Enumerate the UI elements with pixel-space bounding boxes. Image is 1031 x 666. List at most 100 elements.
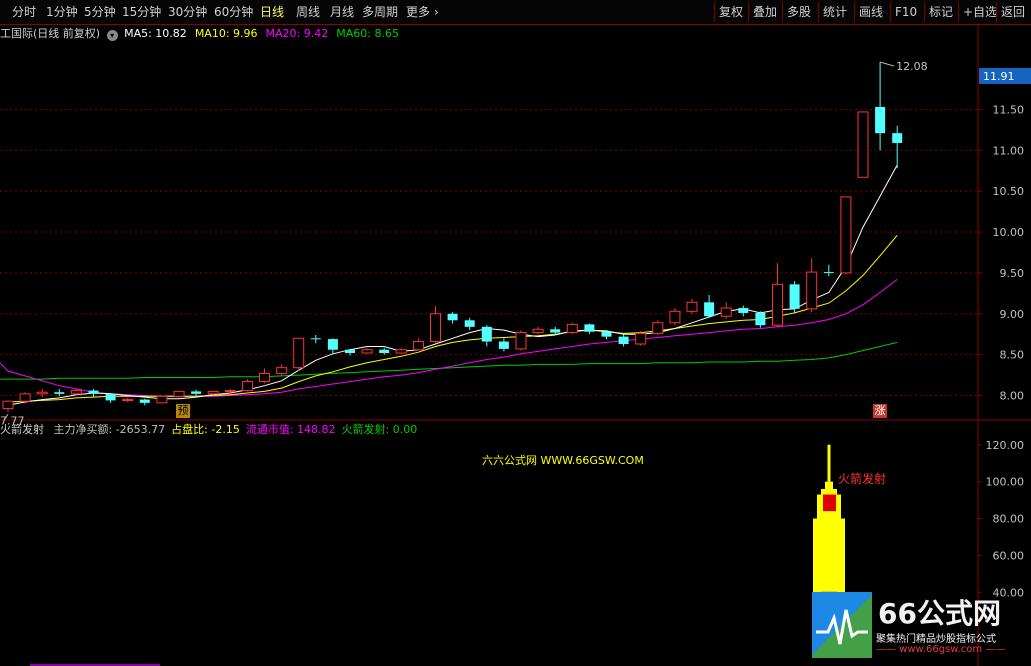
candle-body: [515, 332, 527, 350]
high-marker: [879, 61, 895, 67]
yu-marker: 预: [176, 404, 190, 418]
candle-body: [293, 337, 305, 369]
candle-body: [481, 326, 492, 342]
candle-body: [395, 349, 407, 354]
ind-y-tick-label: 100.00: [986, 476, 1025, 489]
candle-body: [720, 307, 732, 317]
candle-body: [327, 339, 338, 350]
indicator-legend-1: 占盘比: -2.15: [171, 423, 240, 436]
watermark-text: 六六公式网 WWW.66GSW.COM: [482, 454, 644, 467]
toolbar-button-5[interactable]: F10: [890, 2, 921, 22]
candle-body: [840, 196, 852, 274]
candle-body: [584, 324, 595, 332]
candle-body: [122, 399, 134, 402]
toolbar-button-0[interactable]: 复权: [714, 2, 747, 22]
toolbar-button-4[interactable]: 画线: [854, 2, 887, 22]
period-tab-10[interactable]: 更多: [406, 0, 430, 24]
stock-title[interactable]: 工国际(日线 前复权): [0, 27, 100, 40]
candle-body: [19, 393, 31, 402]
candle-body: [789, 284, 800, 309]
period-tab-0[interactable]: 分时: [12, 0, 36, 24]
toolbar-button-3[interactable]: 统计: [818, 2, 851, 22]
high-label: 12.08: [896, 60, 928, 73]
logo-heartbeat-icon: [812, 592, 872, 658]
y-tick-label: 10.50: [993, 185, 1025, 198]
chart-canvas: 12.087.77 8.00 8.50 9.00 9.50 10.00 10.50 11.0…: [0, 24, 1031, 666]
period-tab-7[interactable]: 周线: [296, 0, 320, 24]
period-tab-2[interactable]: 5分钟: [84, 0, 116, 24]
y-tick-label: 11.00: [993, 144, 1025, 157]
ma-legend-2: MA20: 9.42: [265, 27, 329, 40]
candle-body: [191, 391, 202, 394]
candle-body: [755, 312, 766, 326]
period-tab-4[interactable]: 30分钟: [168, 0, 207, 24]
candle-body: [447, 313, 458, 321]
candle-body: [892, 133, 903, 143]
moving-average-lines: [0, 164, 898, 406]
period-tab-8[interactable]: 月线: [330, 0, 354, 24]
indicator-name[interactable]: 火箭发射: [0, 423, 44, 436]
ma60-line: [0, 341, 898, 380]
period-tab-5[interactable]: 60分钟: [214, 0, 253, 24]
main-legend: 工国际(日线 前复权) ▾ MA5: 10.82 MA10: 9.96 MA20: …: [0, 26, 407, 42]
period-tab-6[interactable]: 日线: [260, 0, 284, 24]
indicator-legend: 火箭发射 主力净买额: -2653.77 占盘比: -2.15 流通市值: 148.…: [0, 422, 417, 438]
y-tick-label: 11.50: [993, 103, 1025, 116]
candle-body: [601, 331, 612, 337]
candle-body: [550, 329, 561, 333]
candle-body: [652, 322, 664, 334]
rocket-nose: [825, 481, 833, 489]
period-tab-3[interactable]: 15分钟: [122, 0, 161, 24]
zhang-marker: 涨: [873, 404, 887, 418]
candle-body: [310, 338, 321, 340]
candle-body: [806, 271, 818, 310]
candlesticks: 12.087.77: [0, 60, 928, 427]
candle-body: [345, 349, 355, 353]
logo-text: 66公式网: [878, 597, 1001, 630]
candle-body: [259, 372, 270, 383]
period-tab-9[interactable]: 多周期: [362, 0, 398, 24]
candle-body: [88, 390, 99, 394]
settings-icon[interactable]: ▾: [106, 30, 118, 41]
ma-legend-0: MA5: 10.82: [124, 27, 187, 40]
chevron-right-icon[interactable]: ›: [434, 0, 439, 24]
candle-body: [2, 400, 14, 410]
candle-body: [430, 313, 441, 343]
toolbar-button-1[interactable]: 叠加: [748, 2, 781, 22]
candle-body: [635, 332, 647, 345]
site-logo: 66公式网 聚集热门精品炒股指标公式 —— www.66gsw.com ——: [812, 592, 1031, 658]
period-toolbar: 分时 1分钟 5分钟 15分钟 30分钟 60分钟 日线 周线 月线 多周期 更多 › 复权 叠加 多股统…: [0, 0, 1031, 25]
candle-body: [54, 392, 65, 394]
ind-y-tick-label: 120.00: [986, 439, 1025, 452]
ind-y-tick-label: 80.00: [993, 513, 1025, 526]
candle-body: [173, 390, 185, 397]
candle-body: [361, 349, 373, 354]
candle-body: [105, 393, 116, 401]
logo-url: —— www.66gsw.com ——: [876, 644, 1006, 655]
candle-body: [669, 310, 681, 324]
toolbar-button-8[interactable]: 返回: [996, 2, 1029, 22]
indicator-legend-2: 流通市值: 148.82: [245, 423, 336, 436]
ma-legend-1: MA10: 9.96: [194, 27, 258, 40]
y-axis: 8.00 8.50 9.00 9.50 10.00 10.50 11.00 11.50 11.9…: [978, 67, 1031, 402]
rocket-red-block: [823, 494, 836, 512]
rocket-neck: [821, 489, 837, 495]
candle-body: [566, 323, 578, 334]
candle-body: [464, 320, 475, 327]
period-tab-1[interactable]: 1分钟: [46, 0, 78, 24]
logo-tagline: 聚集热门精品炒股指标公式: [876, 634, 996, 645]
toolbar-button-2[interactable]: 多股: [782, 2, 815, 22]
ind-y-tick-label: 60.00: [993, 549, 1025, 562]
indicator-legend-0: 主力净买额: -2653.77: [53, 423, 166, 436]
indicator-legend-3: 火箭发射: 0.00: [341, 423, 418, 436]
candle-body: [686, 301, 698, 312]
candle-body: [70, 390, 82, 395]
ma5-line: [7, 164, 898, 406]
y-tick-label: 8.00: [1000, 389, 1025, 402]
toolbar-button-7[interactable]: +自选: [958, 2, 1001, 22]
candle-body: [498, 341, 509, 349]
candle-body: [36, 391, 48, 395]
candle-body: [139, 399, 150, 403]
candle-body: [857, 111, 869, 178]
toolbar-button-6[interactable]: 标记: [924, 2, 957, 22]
